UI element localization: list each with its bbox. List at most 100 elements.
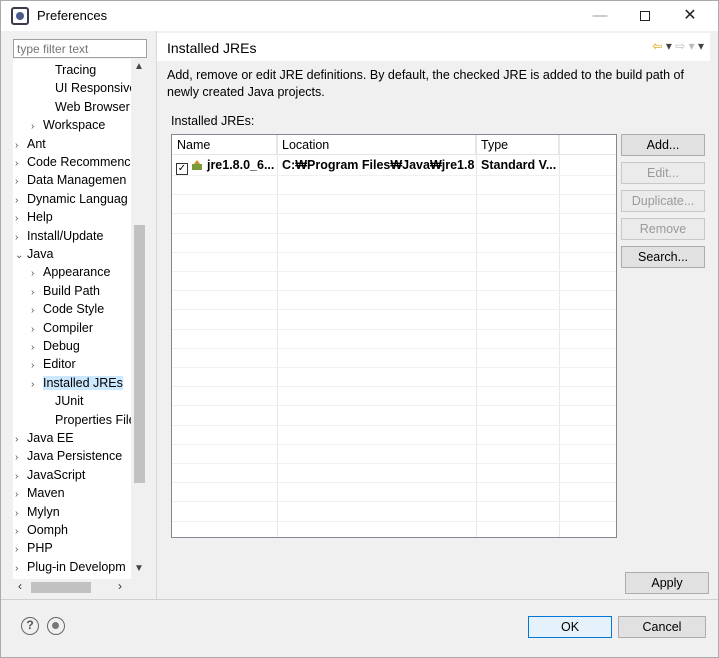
collapsed-arrow-icon[interactable]: › <box>15 137 27 155</box>
tree-item[interactable]: › Build Path <box>31 282 100 300</box>
tree-item[interactable]: › Java EE <box>15 429 74 447</box>
collapsed-arrow-icon[interactable]: › <box>31 339 43 357</box>
add-button[interactable]: Add... <box>621 134 705 156</box>
collapsed-arrow-icon[interactable]: › <box>31 302 43 320</box>
collapsed-arrow-icon[interactable]: › <box>31 118 43 136</box>
jre-name: jre1.8.0_6... <box>206 158 275 172</box>
cancel-button[interactable]: Cancel <box>618 616 706 638</box>
collapsed-arrow-icon[interactable]: › <box>15 449 27 467</box>
tree-item[interactable]: › Java Persistence <box>15 447 122 465</box>
edit-button[interactable]: Edit... <box>621 162 705 184</box>
minimize-button[interactable]: — <box>577 1 623 31</box>
tree-item[interactable]: › Code Style <box>31 300 104 318</box>
collapsed-arrow-icon[interactable]: › <box>15 173 27 191</box>
apply-button[interactable]: Apply <box>625 572 709 594</box>
table-header: Name Location Type <box>172 135 616 155</box>
splitter[interactable] <box>156 31 157 599</box>
ok-button[interactable]: OK <box>528 616 612 638</box>
scroll-left-icon[interactable]: ‹ <box>18 579 22 593</box>
tree-item[interactable]: › Ant <box>15 135 46 153</box>
hscroll-thumb[interactable] <box>31 582 91 593</box>
tree-item[interactable]: › Help <box>15 208 53 226</box>
tree-item[interactable]: ⌄ Java <box>15 245 53 263</box>
menu-dropdown-icon[interactable]: ▾ <box>698 39 704 53</box>
tree-item-label: Web Browser <box>55 99 130 114</box>
tree-item[interactable]: UI Responsiven <box>43 79 143 97</box>
tree-item[interactable]: Web Browser <box>43 98 130 116</box>
collapsed-arrow-icon[interactable]: › <box>31 321 43 339</box>
collapsed-arrow-icon[interactable]: › <box>15 192 27 210</box>
tree-item[interactable]: › Workspace <box>31 116 105 134</box>
tree-item-label: Ant <box>27 136 46 151</box>
tree-item[interactable]: › Plug-in Developm <box>15 558 126 576</box>
tree-item[interactable]: › Appearance <box>31 263 110 281</box>
forward-arrow-icon[interactable]: ⇨ <box>675 39 685 53</box>
tree-item[interactable]: › Debug <box>31 337 80 355</box>
tree-item[interactable]: › Code Recommenc <box>15 153 131 171</box>
collapsed-arrow-icon[interactable]: › <box>15 486 27 504</box>
collapsed-arrow-icon[interactable]: › <box>15 210 27 228</box>
duplicate-button[interactable]: Duplicate... <box>621 190 705 212</box>
row-divider <box>172 232 616 234</box>
import-export-icon[interactable] <box>47 617 65 635</box>
collapsed-arrow-icon[interactable]: › <box>31 284 43 302</box>
forward-dropdown-icon[interactable]: ▾ <box>689 39 695 53</box>
tree-item[interactable]: Properties Files <box>43 411 142 429</box>
collapsed-arrow-icon[interactable]: › <box>31 376 43 394</box>
remove-button[interactable]: Remove <box>621 218 705 240</box>
scroll-down-icon[interactable]: ▼ <box>133 563 145 574</box>
expanded-arrow-icon[interactable]: ⌄ <box>15 247 27 265</box>
filter-input[interactable] <box>13 39 147 58</box>
collapsed-arrow-icon[interactable]: › <box>31 357 43 375</box>
back-dropdown-icon[interactable]: ▾ <box>666 39 672 53</box>
tree-item[interactable]: › Data Managemen <box>15 171 126 189</box>
tree-item[interactable]: › Mylyn <box>15 503 60 521</box>
collapsed-arrow-icon[interactable]: › <box>15 505 27 523</box>
column-header-name[interactable]: Name <box>172 135 277 155</box>
tree-item[interactable]: › Oomph <box>15 521 68 539</box>
window-title: Preferences <box>37 8 108 23</box>
collapsed-arrow-icon[interactable]: › <box>15 541 27 559</box>
collapsed-arrow-icon[interactable]: › <box>15 523 27 541</box>
scroll-right-icon[interactable]: › <box>118 579 122 593</box>
search-button[interactable]: Search... <box>621 246 705 268</box>
back-arrow-icon[interactable]: ⇦ <box>652 39 662 53</box>
tree-item-label: Mylyn <box>27 504 60 519</box>
tree-item[interactable]: › Maven <box>15 484 65 502</box>
collapsed-arrow-icon[interactable]: › <box>15 431 27 449</box>
jre-checkbox[interactable]: ✓ <box>176 163 188 175</box>
column-header-type[interactable]: Type <box>476 135 559 155</box>
tree-item[interactable]: › PHP <box>15 539 53 557</box>
row-divider <box>172 271 616 272</box>
preferences-window: Preferences — ✕ Tracing UI Responsiven Web… <box>0 0 719 658</box>
row-divider <box>172 328 616 330</box>
tree-item[interactable]: › Compiler <box>31 319 93 337</box>
maximize-button[interactable] <box>622 1 668 31</box>
table-row[interactable]: ✓ jre1.8.0_6... C:₩Program Files₩Java₩jr… <box>172 156 616 175</box>
tree-item[interactable]: › Editor <box>31 355 76 373</box>
tree-item[interactable]: › Installed JREs <box>31 374 123 392</box>
tree-item-label: Data Managemen <box>27 173 127 188</box>
row-divider <box>172 347 616 349</box>
close-button[interactable]: ✕ <box>667 1 713 31</box>
tree-vertical-scrollbar[interactable]: ▲ ▼ <box>131 59 147 579</box>
scroll-up-icon[interactable]: ▲ <box>133 61 145 72</box>
row-divider <box>172 501 616 503</box>
collapsed-arrow-icon[interactable]: › <box>15 468 27 486</box>
tree-item[interactable]: Tracing <box>43 61 96 79</box>
row-divider <box>172 463 616 464</box>
row-divider <box>172 443 616 445</box>
collapsed-arrow-icon[interactable]: › <box>15 560 27 578</box>
help-icon[interactable]: ? <box>21 617 39 635</box>
collapsed-arrow-icon[interactable]: › <box>31 265 43 283</box>
tree-horizontal-scrollbar[interactable]: ‹ › <box>13 579 147 596</box>
tree-item[interactable]: › JavaScript <box>15 466 85 484</box>
collapsed-arrow-icon[interactable]: › <box>15 155 27 173</box>
tree-item[interactable]: JUnit <box>43 392 83 410</box>
tree-item[interactable]: › Install/Update <box>15 227 103 245</box>
scroll-thumb[interactable] <box>134 225 145 483</box>
maximize-icon <box>640 11 650 22</box>
column-header-location[interactable]: Location <box>277 135 476 155</box>
tree-item[interactable]: › Dynamic Languag <box>15 190 128 208</box>
collapsed-arrow-icon[interactable]: › <box>15 229 27 247</box>
